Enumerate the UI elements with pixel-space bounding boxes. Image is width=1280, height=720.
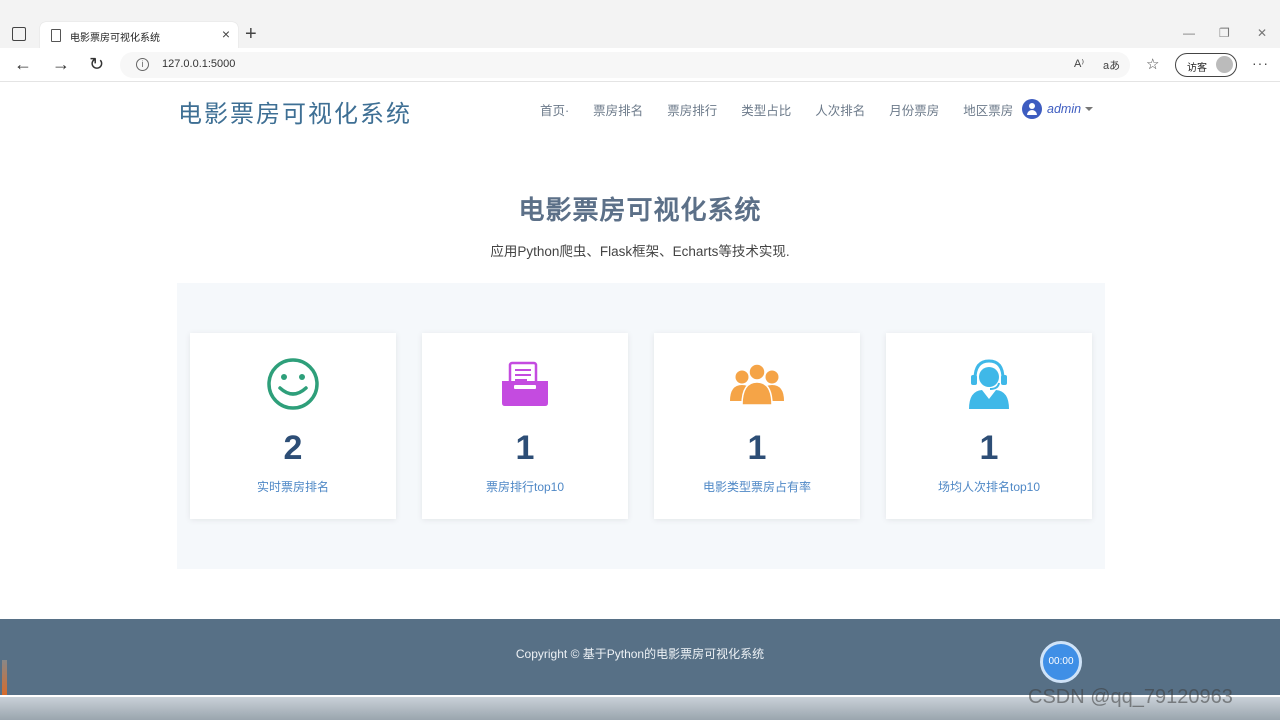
nav-item-monthly[interactable]: 月份票房 xyxy=(889,100,939,119)
nav-item-genre-share[interactable]: 类型占比 xyxy=(741,100,791,119)
translate-icon[interactable]: aあ xyxy=(1103,57,1120,73)
stat-value: 1 xyxy=(979,429,999,467)
browser-tab[interactable]: 电影票房可视化系统 × xyxy=(40,22,238,50)
stat-value: 1 xyxy=(515,429,535,467)
refresh-icon[interactable]: ↻ xyxy=(89,54,104,74)
page-icon xyxy=(51,29,61,42)
page-title: 电影票房可视化系统 xyxy=(518,195,762,225)
forward-icon[interactable]: → xyxy=(52,54,70,74)
window-close-icon[interactable]: ✕ xyxy=(1257,26,1267,40)
stat-label: 实时票房排名 xyxy=(256,480,329,494)
watermark-text: CSDN @qq_79120963 xyxy=(1028,686,1233,708)
stats-panel: 2 实时票房排名 1 票房排行top10 1 电影类型票房占有率 1 场均人次排… xyxy=(177,283,1105,569)
user-name: admin xyxy=(1047,102,1082,116)
site-info-icon[interactable]: i xyxy=(136,58,149,71)
browser-tab-bar: 电影票房可视化系统 × + — ❐ ✕ xyxy=(0,0,1280,50)
minimize-icon[interactable]: — xyxy=(1183,26,1195,40)
profile-avatar-icon xyxy=(1216,56,1233,73)
close-tab-icon[interactable]: × xyxy=(222,26,230,42)
nav-item-ranklist[interactable]: 票房排行 xyxy=(667,100,717,119)
stat-value: 1 xyxy=(747,429,767,467)
people-group-icon xyxy=(730,363,784,406)
side-indicator xyxy=(2,660,7,695)
stat-card-genre-share[interactable]: 1 电影类型票房占有率 xyxy=(654,333,860,519)
chevron-down-icon xyxy=(1085,107,1094,111)
stat-value: 2 xyxy=(283,429,303,467)
site-brand[interactable]: 电影票房可视化系统 xyxy=(178,94,412,129)
favorites-icon[interactable]: ☆ xyxy=(1146,55,1159,73)
tab-title: 电影票房可视化系统 xyxy=(70,33,160,44)
guest-profile-button[interactable]: 访客 xyxy=(1175,53,1237,77)
stat-card-realtime-ranking[interactable]: 2 实时票房排名 xyxy=(190,333,396,519)
stat-card-top10[interactable]: 1 票房排行top10 xyxy=(422,333,628,519)
restore-icon[interactable]: ❐ xyxy=(1219,26,1230,40)
stat-card-attendance[interactable]: 1 场均人次排名top10 xyxy=(886,333,1092,519)
address-bar: ← → ↻ i 127.0.0.1:5000 A⁾ aあ ☆ 访客 ··· xyxy=(0,48,1280,82)
back-icon[interactable]: ← xyxy=(14,54,32,74)
recording-timer-button[interactable]: 00:00 xyxy=(1040,641,1082,683)
stat-label: 场均人次排名top10 xyxy=(937,480,1041,494)
main-nav: 首页· 票房排名 票房排行 类型占比 人次排名 月份票房 地区票房 xyxy=(540,100,1037,119)
more-menu-icon[interactable]: ··· xyxy=(1252,55,1269,71)
nav-item-region[interactable]: 地区票房 xyxy=(963,100,1013,119)
headset-person-icon xyxy=(969,359,1009,409)
stat-label: 票房排行top10 xyxy=(485,480,565,494)
url-text[interactable]: 127.0.0.1:5000 xyxy=(162,58,235,70)
smiley-icon xyxy=(267,358,319,410)
printer-tray-icon xyxy=(502,361,548,406)
user-avatar-icon xyxy=(1022,99,1042,119)
copyright-text: Copyright © 基于Python的电影票房可视化系统 xyxy=(515,647,765,661)
guest-label: 访客 xyxy=(1187,63,1207,74)
nav-item-home[interactable]: 首页· xyxy=(540,100,569,119)
nav-item-attendance[interactable]: 人次排名 xyxy=(815,100,865,119)
tab-actions-icon[interactable] xyxy=(12,27,26,41)
stat-label: 电影类型票房占有率 xyxy=(702,480,811,494)
site-footer: Copyright © 基于Python的电影票房可视化系统 xyxy=(0,619,1280,695)
read-aloud-icon[interactable]: A⁾ xyxy=(1074,57,1084,70)
page-subtitle: 应用Python爬虫、Flask框架、Echarts等技术实现. xyxy=(490,244,790,259)
nav-item-ranking[interactable]: 票房排名 xyxy=(593,100,643,119)
user-menu[interactable]: admin xyxy=(1022,99,1094,119)
url-field[interactable]: i 127.0.0.1:5000 A⁾ aあ xyxy=(120,52,1130,78)
new-tab-icon[interactable]: + xyxy=(245,22,257,46)
